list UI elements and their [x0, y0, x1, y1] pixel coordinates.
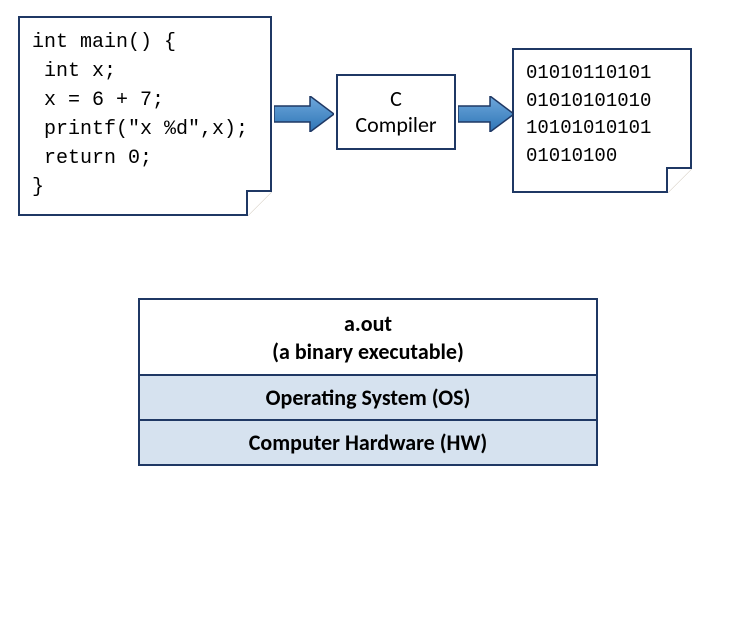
system-stack: a.out (a binary executable) Operating Sy… [138, 300, 598, 466]
binary-output-note: 01010110101 01010101010 10101010101 0101… [512, 48, 692, 193]
source-code-text: int main() { int x; x = 6 + 7; printf("x… [32, 31, 248, 199]
compiler-line2: Compiler [338, 112, 454, 138]
arrow-icon [274, 96, 334, 132]
compiler-line1: C [338, 86, 454, 112]
source-code-note: int main() { int x; x = 6 + 7; printf("x… [18, 16, 272, 216]
dogear-icon [246, 190, 272, 216]
stack-row-executable: a.out (a binary executable) [138, 298, 598, 376]
stack-top-line1: a.out [144, 310, 592, 338]
dogear-icon [666, 167, 692, 193]
stack-row-hardware: Computer Hardware (HW) [138, 419, 598, 466]
arrow-icon [458, 96, 514, 132]
binary-output-text: 01010110101 01010101010 10101010101 0101… [526, 62, 651, 167]
compiler-box: C Compiler [336, 74, 456, 150]
stack-top-line2: (a binary executable) [144, 338, 592, 366]
stack-row-os: Operating System (OS) [138, 374, 598, 421]
